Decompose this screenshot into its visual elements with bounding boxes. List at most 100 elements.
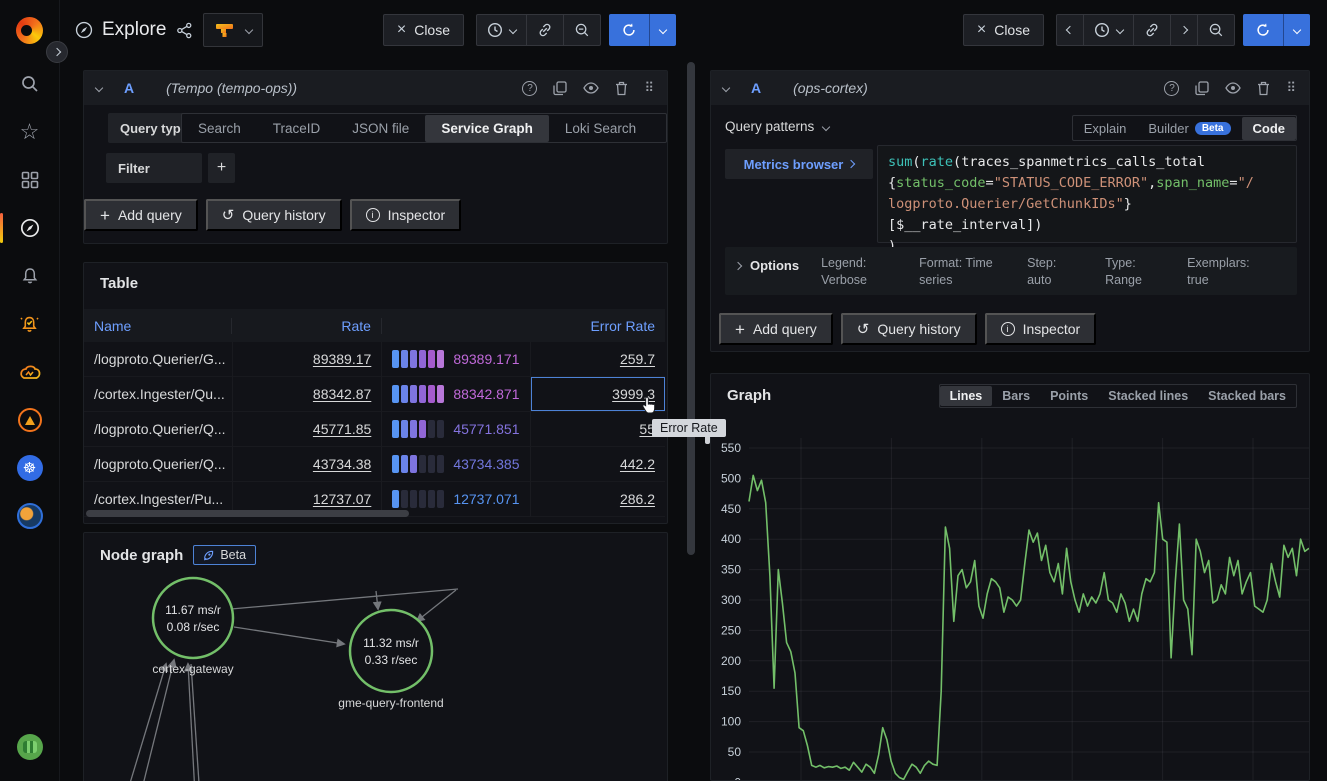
editor-mode-explain[interactable]: Explain [1073, 117, 1138, 140]
chevron-right-icon [734, 261, 742, 269]
collapse-query-icon[interactable] [722, 84, 730, 92]
y-axis-tick: 400 [721, 532, 741, 546]
time-series-chart[interactable]: 550500450400350300250200150100500 [711, 374, 1310, 781]
help-icon[interactable]: ? [522, 81, 537, 96]
shift-time-forward-button[interactable] [1170, 15, 1197, 45]
close-left-pane-button[interactable]: ×Close [383, 14, 464, 46]
table-header-error-rate[interactable]: Error Rate [530, 318, 665, 334]
run-query-interval-dropdown[interactable] [1283, 14, 1310, 46]
hide-response-eye-icon[interactable] [1225, 82, 1241, 94]
query-type-tab-loki-search[interactable]: Loki Search [549, 115, 652, 142]
sidebar-item-alerting[interactable] [0, 252, 60, 300]
split-zoom-out-button[interactable] [1197, 15, 1234, 45]
shift-time-backward-button[interactable] [1057, 15, 1083, 45]
mouse-cursor-pointer [641, 396, 658, 416]
tempo-datasource-icon [214, 21, 236, 39]
query-type-tab-traceid[interactable]: TraceID [257, 115, 337, 142]
table-header-name[interactable]: Name [84, 318, 232, 334]
cell-name: /logproto.Querier/Q... [84, 447, 233, 482]
node-gme-query-frontend[interactable]: 11.32 ms/r 0.33 r/sec gme-query-frontend [338, 610, 443, 710]
cell-rate-link[interactable]: 45771.85 [313, 421, 371, 437]
cell-rate-link[interactable]: 43734.38 [313, 456, 371, 472]
run-query-button-right[interactable] [1243, 14, 1310, 46]
sidebar-item-synthetic-monitoring[interactable] [0, 492, 60, 540]
metrics-browser-button[interactable]: Metrics browser [725, 149, 873, 179]
table-row: /logproto.Querier/Q...43734.3843734.3854… [84, 447, 665, 482]
table-header-rate[interactable]: Rate [232, 318, 382, 334]
sidebar-item-search[interactable] [0, 60, 60, 108]
query-row-header[interactable]: A (Tempo (tempo-ops)) ? ⠿ [84, 71, 667, 105]
split-zoom-out-button[interactable] [563, 15, 600, 45]
editor-mode-builder[interactable]: BuilderBeta [1137, 117, 1241, 140]
sidebar-expand-button[interactable] [46, 41, 68, 63]
copy-query-icon[interactable] [1195, 81, 1209, 96]
cell-rate-link[interactable]: 12737.07 [313, 491, 371, 507]
graph-panel: Graph LinesBarsPointsStacked linesStacke… [710, 373, 1310, 781]
link-icon [1144, 22, 1160, 38]
sidebar-item-oncall[interactable] [0, 396, 60, 444]
collapse-query-icon[interactable] [95, 84, 103, 92]
sidebar-item-starred[interactable]: ☆ [0, 108, 60, 156]
pane-divider-scrollbar[interactable] [687, 62, 695, 555]
inspector-button[interactable]: iInspector [350, 199, 462, 231]
share-icon[interactable] [176, 22, 193, 39]
close-right-pane-button[interactable]: ×Close [963, 14, 1044, 46]
remove-query-trash-icon[interactable] [1257, 81, 1270, 96]
compass-icon [19, 217, 41, 239]
copy-query-icon[interactable] [553, 81, 567, 96]
sidebar-item-kubernetes[interactable]: ☸ [0, 444, 60, 492]
sidebar-item-dashboards[interactable] [0, 156, 60, 204]
help-icon[interactable]: ? [1164, 81, 1179, 96]
sidebar-item-machine-learning[interactable] [0, 348, 60, 396]
y-axis-tick: 150 [721, 684, 741, 698]
add-filter-button[interactable]: + [208, 153, 235, 183]
query-type-tab-json-file[interactable]: JSON file [336, 115, 425, 142]
cell-error-rate-link[interactable]: 259.7 [620, 351, 655, 367]
copy-link-button[interactable] [526, 15, 563, 45]
query-type-tab-service-graph[interactable]: Service Graph [425, 115, 549, 142]
run-query-button[interactable] [609, 14, 676, 46]
run-query-interval-dropdown[interactable] [649, 14, 676, 46]
refresh-icon [1243, 14, 1283, 46]
drag-handle-icon[interactable]: ⠿ [644, 80, 655, 96]
table-horizontal-scrollbar[interactable] [86, 510, 409, 517]
time-picker-button[interactable] [1083, 15, 1133, 45]
sidebar-item-profiles[interactable] [0, 723, 60, 771]
promql-code-editor[interactable]: sum(rate(traces_spanmetrics_calls_total{… [877, 145, 1297, 243]
chevron-down-icon [245, 26, 253, 34]
beta-badge: Beta [1195, 122, 1231, 135]
query-type-tab-search[interactable]: Search [182, 115, 257, 142]
cell-rate-link[interactable]: 88342.87 [313, 386, 371, 402]
y-axis-tick: 450 [721, 502, 741, 516]
y-axis-tick: 300 [721, 593, 741, 607]
brain-icon [18, 362, 42, 382]
inspector-button[interactable]: iInspector [985, 313, 1097, 345]
cell-rate-link[interactable]: 89389.17 [313, 351, 371, 367]
remove-query-trash-icon[interactable] [615, 81, 628, 96]
options-toggle[interactable]: Options [735, 255, 799, 273]
table-row: /cortex.Ingester/Qu...88342.8788342.8713… [84, 377, 665, 412]
query-row-header[interactable]: A (ops-cortex) ? ⠿ [711, 71, 1309, 105]
filter-field[interactable]: Filter [106, 153, 202, 183]
node-cortex-gateway[interactable]: 11.67 ms/r 0.08 r/sec cortex-gateway [152, 578, 233, 676]
query-patterns-dropdown[interactable]: Query patterns [725, 119, 829, 134]
node-graph-canvas[interactable]: 11.67 ms/r 0.08 r/sec cortex-gateway 11.… [84, 533, 668, 781]
time-picker-button[interactable] [477, 15, 526, 45]
sidebar-item-alert-rules-app[interactable] [0, 300, 60, 348]
copy-link-button[interactable] [1133, 15, 1170, 45]
cell-error-rate-link[interactable]: 442.2 [620, 456, 655, 472]
cell-error-rate: 55 [531, 412, 666, 447]
query-history-button[interactable]: ↺Query history [841, 313, 977, 345]
chevron-down-icon [822, 122, 830, 130]
datasource-picker[interactable] [203, 13, 263, 47]
add-query-button[interactable]: +Add query [719, 313, 833, 345]
sidebar-item-explore[interactable] [0, 204, 60, 252]
editor-mode-code[interactable]: Code [1242, 117, 1297, 140]
cell-error-rate-link[interactable]: 286.2 [620, 491, 655, 507]
query-datasource-name: (ops-cortex) [793, 80, 868, 96]
service-graph-table: NameRateError Rate /logproto.Querier/G..… [84, 309, 665, 517]
add-query-button[interactable]: +Add query [84, 199, 198, 231]
hide-response-eye-icon[interactable] [583, 82, 599, 94]
drag-handle-icon[interactable]: ⠿ [1286, 80, 1297, 96]
query-history-button[interactable]: ↺Query history [206, 199, 342, 231]
